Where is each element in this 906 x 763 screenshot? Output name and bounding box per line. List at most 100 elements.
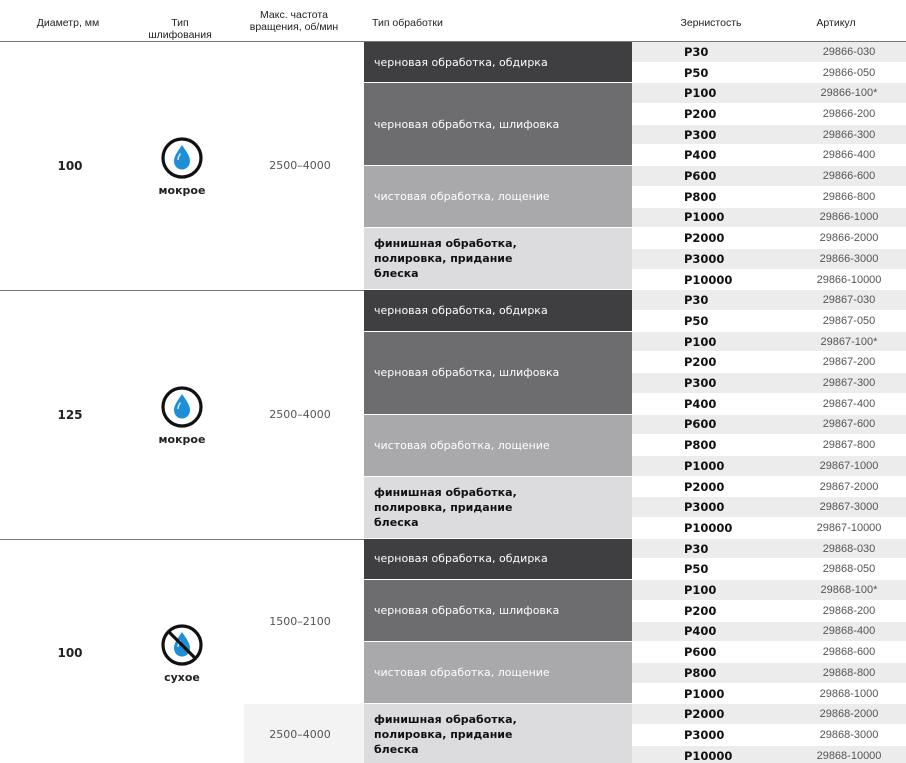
grit-value: P800: [684, 189, 717, 204]
processing-type: финишная обработка, полировка, придание …: [364, 704, 632, 763]
article-value: 29867-10000: [816, 521, 882, 534]
processing-type: чистовая обработка, лощение: [364, 642, 632, 705]
table-row: P10000 29868-10000: [632, 745, 906, 763]
table-row: P1000 29868-1000: [632, 683, 906, 705]
header-grit: Зернистость: [680, 17, 742, 29]
table-row: P50 29868-050: [632, 559, 906, 581]
grit-value: P10000: [684, 272, 733, 287]
water-drop-icon: [152, 385, 212, 429]
diameter-value: 100: [57, 645, 83, 660]
rpm-value: 1500–2100: [269, 614, 331, 628]
article-value: 29867-100*: [820, 335, 878, 348]
article-value: 29866-400: [822, 149, 876, 162]
article-value: 29868-10000: [816, 749, 882, 762]
grit-value: P800: [684, 438, 717, 453]
table-row: P3000 29867-3000: [632, 497, 906, 519]
article-value: 29867-300: [822, 377, 876, 390]
table-row: P3000 29868-3000: [632, 725, 906, 746]
article-value: 29866-3000: [819, 252, 879, 265]
grit-value: P30: [684, 541, 709, 556]
article-value: 29868-3000: [819, 728, 879, 741]
table-row: P2000 29866-2000: [632, 228, 906, 249]
diameter-value: 125: [57, 407, 83, 422]
table-row: P400 29867-400: [632, 393, 906, 415]
article-value: 29866-1000: [819, 211, 879, 224]
no-water-drop-icon: [152, 623, 212, 667]
article-value: 29868-200: [822, 604, 876, 617]
article-value: 29866-800: [822, 190, 876, 203]
grit-value: P2000: [684, 231, 725, 246]
article-value: 29868-100*: [820, 584, 878, 597]
article-value: 29866-2000: [819, 232, 879, 245]
table-row: P600 29866-600: [632, 166, 906, 187]
header-rpm: Макс. частота вращения, об/мин: [249, 9, 339, 33]
article-value: 29868-030: [822, 542, 876, 555]
table-row: P2000 29868-2000: [632, 704, 906, 726]
processing-type: черновая обработка, шлифовка: [364, 580, 632, 643]
article-value: 29867-200: [822, 356, 876, 369]
article-value: 29867-400: [822, 397, 876, 410]
article-value: 29866-300: [822, 128, 876, 141]
processing-type: черновая обработка, обдирка: [364, 290, 632, 332]
grit-value: P300: [684, 376, 717, 391]
processing-type: черновая обработка, обдирка: [364, 42, 632, 84]
rpm-value: 2500–4000: [269, 159, 331, 173]
grit-value: P10000: [684, 520, 733, 535]
article-value: 29868-1000: [819, 687, 879, 700]
table-header: Диаметр, мм Тип шлифования Макс. частота…: [0, 0, 906, 42]
processing-type: черновая обработка, обдирка: [364, 538, 632, 581]
table-row: P30 29868-030: [632, 538, 906, 560]
article-value: 29867-800: [822, 439, 876, 452]
grit-value: P3000: [684, 727, 725, 742]
table-row: P3000 29866-3000: [632, 249, 906, 270]
article-value: 29868-800: [822, 666, 876, 679]
table-row: P400 29866-400: [632, 145, 906, 167]
header-diameter: Диаметр, мм: [36, 17, 100, 29]
header-processing: Тип обработки: [372, 17, 443, 29]
article-value: 29866-030: [822, 45, 876, 58]
grit-value: P600: [684, 417, 717, 432]
table-row: P800 29866-800: [632, 186, 906, 208]
grit-value: P50: [684, 562, 709, 577]
grit-value: P100: [684, 86, 717, 101]
grit-value: P3000: [684, 500, 725, 515]
table-row: P1000 29866-1000: [632, 207, 906, 229]
grinding-type-label: сухое: [164, 670, 200, 684]
table-row: P100 29868-100*: [632, 580, 906, 601]
article-value: 29867-050: [822, 314, 876, 327]
grit-value: P2000: [684, 479, 725, 494]
processing-type: черновая обработка, шлифовка: [364, 331, 632, 415]
table-row: P600 29868-600: [632, 642, 906, 663]
table-row: P600 29867-600: [632, 414, 906, 436]
table-row: P10000 29867-10000: [632, 518, 906, 539]
article-value: 29868-2000: [819, 708, 879, 721]
processing-type: чистовая обработка, лощение: [364, 166, 632, 229]
article-value: 29866-600: [822, 170, 876, 183]
grit-value: P50: [684, 313, 709, 328]
grit-value: P30: [684, 293, 709, 308]
table-row: P800 29868-800: [632, 663, 906, 684]
article-value: 29867-3000: [819, 501, 879, 514]
table-row: P100 29867-100*: [632, 331, 906, 353]
table-row: P2000 29867-2000: [632, 476, 906, 498]
table-row: P50 29866-050: [632, 62, 906, 84]
header-article: Артикул: [816, 17, 856, 29]
grit-value: P1000: [684, 210, 725, 225]
grit-value: P400: [684, 396, 717, 411]
table-row: P30 29866-030: [632, 42, 906, 63]
article-value: 29867-600: [822, 418, 876, 431]
grit-value: P200: [684, 355, 717, 370]
table-row: P400 29868-400: [632, 621, 906, 643]
header-grinding-type: Тип шлифования: [148, 17, 212, 41]
table-row: P30 29867-030: [632, 290, 906, 312]
table-row: P100 29866-100*: [632, 83, 906, 105]
article-value: 29866-10000: [816, 273, 882, 286]
grinding-type: сухое: [152, 623, 212, 684]
grit-value: P600: [684, 169, 717, 184]
grit-value: P100: [684, 334, 717, 349]
article-value: 29867-1000: [819, 459, 879, 472]
grit-value: P200: [684, 603, 717, 618]
grinding-type-label: мокрое: [158, 432, 206, 446]
processing-type: чистовая обработка, лощение: [364, 414, 632, 477]
diameter-value: 100: [57, 159, 83, 174]
